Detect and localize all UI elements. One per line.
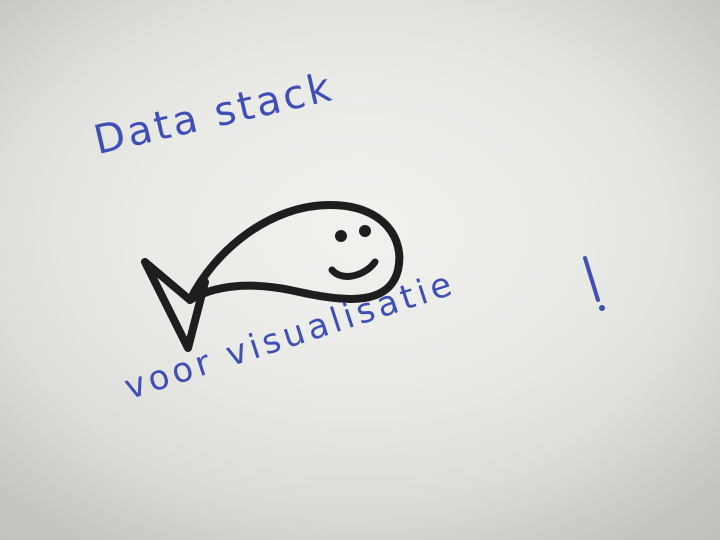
exclamation-stroke — [583, 256, 600, 302]
exclamation-dot — [599, 305, 605, 311]
exclamation-mark — [583, 256, 605, 311]
paper-photo: Data stack voor visualisatie — [0, 0, 720, 540]
